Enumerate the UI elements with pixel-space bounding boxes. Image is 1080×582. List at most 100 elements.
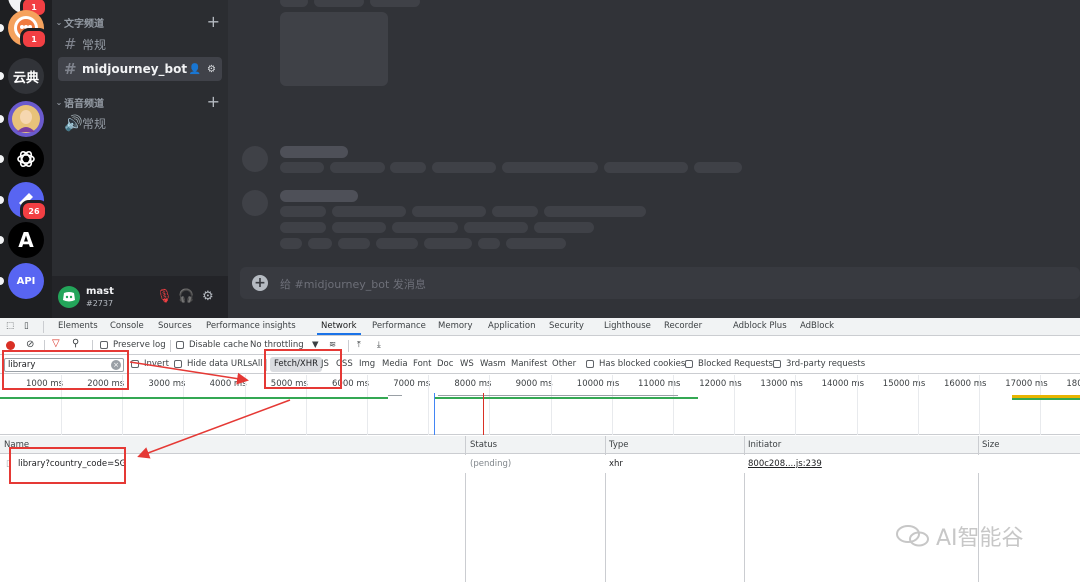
server-notion-like[interactable]: 26 [0, 182, 48, 222]
add-channel-icon[interactable]: + [207, 92, 220, 111]
request-status: (pending) [470, 459, 512, 469]
skeleton-line [280, 238, 302, 249]
table-row[interactable]: ▯ library?country_code=SG (pending) xhr … [0, 455, 1080, 473]
load-event-marker [483, 393, 484, 435]
record-icon[interactable] [6, 341, 15, 350]
server-label: A [18, 228, 34, 252]
blocked-cookies-checkbox[interactable] [586, 360, 594, 368]
tab-application[interactable]: Application [488, 321, 536, 331]
invert-checkbox[interactable] [131, 360, 139, 368]
hide-data-urls-checkbox[interactable] [174, 360, 182, 368]
user-panel: mast #2737 🎙 🎧 ⚙ [52, 276, 228, 318]
server-portrait[interactable] [0, 101, 44, 137]
discord-window: 1 1 云典 26 A API ⌄ 文字频道 + # 常规 # midjourn… [0, 0, 1080, 318]
blocked-requests-checkbox[interactable] [685, 360, 693, 368]
disable-cache-checkbox[interactable] [176, 341, 184, 349]
channel-label: midjourney_bot [82, 62, 188, 76]
server-avatar[interactable]: 1 [0, 10, 48, 50]
skeleton-line [412, 206, 486, 217]
filter-type-wasm[interactable]: Wasm [480, 359, 506, 369]
server-yundian[interactable]: 云典 [0, 58, 44, 94]
network-filter-bar: library × Invert Hide data URLs All Fetc… [0, 356, 1080, 374]
tab-memory[interactable]: Memory [438, 321, 473, 331]
filter-icon[interactable]: ▽ [52, 338, 60, 349]
invite-member-icon[interactable]: 👤 [189, 64, 201, 75]
skeleton-line [376, 238, 418, 249]
divider [43, 321, 44, 333]
filter-type-all[interactable]: All [252, 359, 263, 369]
add-attachment-icon[interactable]: + [252, 275, 268, 291]
timeline-grid-line [917, 375, 919, 435]
timeline-tick-label: 4000 ms [209, 379, 247, 389]
gear-icon[interactable]: ⚙ [207, 64, 216, 75]
message-composer[interactable]: + 给 #midjourney_bot 发消息 [240, 267, 1080, 299]
category-voice-channels[interactable]: ⌄ 语音频道 + [54, 92, 224, 111]
channel-voice-general[interactable]: 🔊 常规 [58, 111, 222, 135]
third-party-label: 3rd-party requests [786, 359, 866, 369]
tab-adblock-plus[interactable]: Adblock Plus [733, 321, 787, 331]
clear-icon[interactable]: ⊘ [26, 339, 34, 350]
column-initiator[interactable]: Initiator [748, 440, 781, 450]
timeline-tick-label: 13000 ms [760, 379, 803, 389]
speaker-icon: 🔊 [64, 114, 83, 132]
filter-type-manifest[interactable]: Manifest [511, 359, 547, 369]
mic-muted-icon[interactable]: 🎙 [156, 289, 173, 304]
timeline-grid-line [367, 375, 368, 435]
tab-elements[interactable]: Elements [58, 321, 98, 331]
headphones-icon[interactable]: 🎧 [178, 289, 194, 304]
channel-midjourney-bot[interactable]: # midjourney_bot 👤 ⚙ [58, 57, 222, 81]
request-table-header: Name Status Type Initiator Size [0, 436, 1080, 454]
filter-type-other[interactable]: Other [552, 359, 576, 369]
highlight-fetch-xhr [264, 349, 342, 389]
skeleton-line [280, 190, 358, 202]
tab-performance-insights[interactable]: Performance insights [206, 321, 296, 331]
category-text-channels[interactable]: ⌄ 文字频道 + [54, 12, 224, 31]
tab-recorder[interactable]: Recorder [664, 321, 702, 331]
watermark-text: AI智能谷 [936, 526, 1024, 551]
preserve-log-checkbox[interactable] [100, 341, 108, 349]
column-status[interactable]: Status [470, 440, 497, 450]
timeline-grid-line [673, 375, 674, 435]
discord-logo-icon [63, 292, 75, 302]
filter-type-doc[interactable]: Doc [437, 359, 453, 369]
server-openai[interactable] [0, 141, 44, 177]
device-toolbar-icon[interactable]: ▯ [24, 321, 29, 331]
settings-gear-icon[interactable]: ⚙ [202, 289, 214, 304]
channel-text-general[interactable]: # 常规 [58, 32, 222, 56]
skeleton-line [432, 162, 496, 173]
skeleton-line [492, 206, 538, 217]
inspect-element-icon[interactable]: ⬚ [6, 321, 14, 331]
network-timeline[interactable]: 1000 ms 2000 ms 3000 ms 4000 ms 5000 ms 6000 … [0, 375, 1080, 435]
timeline-tick-label: 1800 [1066, 379, 1080, 389]
server-discord-api[interactable]: API [0, 263, 44, 299]
export-har-icon[interactable]: ⤓ [377, 340, 381, 350]
timeline-tick-label: 10000 ms [576, 379, 620, 389]
timeline-grid-line [489, 375, 491, 435]
column-size[interactable]: Size [982, 440, 999, 450]
filter-type-media[interactable]: Media [382, 359, 408, 369]
filter-type-img[interactable]: Img [359, 359, 375, 369]
skeleton-line [506, 238, 566, 249]
request-initiator-link[interactable]: 800c208....js:239 [748, 459, 822, 469]
server-a-logo[interactable]: A [0, 222, 44, 258]
timeline-grid-line [244, 375, 246, 435]
filter-type-font[interactable]: Font [413, 359, 432, 369]
tab-performance[interactable]: Performance [372, 321, 426, 331]
column-type[interactable]: Type [609, 440, 629, 450]
import-har-icon[interactable]: ⤒ [357, 340, 361, 350]
third-party-checkbox[interactable] [773, 360, 781, 368]
tab-sources[interactable]: Sources [158, 321, 192, 331]
channel-label: 常规 [82, 37, 107, 52]
filter-type-ws[interactable]: WS [460, 359, 474, 369]
skeleton-line [314, 0, 364, 7]
tab-network[interactable]: Network [317, 321, 360, 335]
tab-adblock[interactable]: AdBlock [800, 321, 834, 331]
avatar[interactable] [58, 286, 80, 308]
tab-security[interactable]: Security [549, 321, 584, 331]
hashtag-icon: # [64, 60, 77, 78]
add-channel-icon[interactable]: + [207, 12, 220, 31]
search-icon[interactable]: ⚲ [72, 338, 79, 349]
tab-console[interactable]: Console [110, 321, 144, 331]
tab-lighthouse[interactable]: Lighthouse [604, 321, 651, 331]
server-rail: 1 1 云典 26 A API [0, 0, 52, 318]
